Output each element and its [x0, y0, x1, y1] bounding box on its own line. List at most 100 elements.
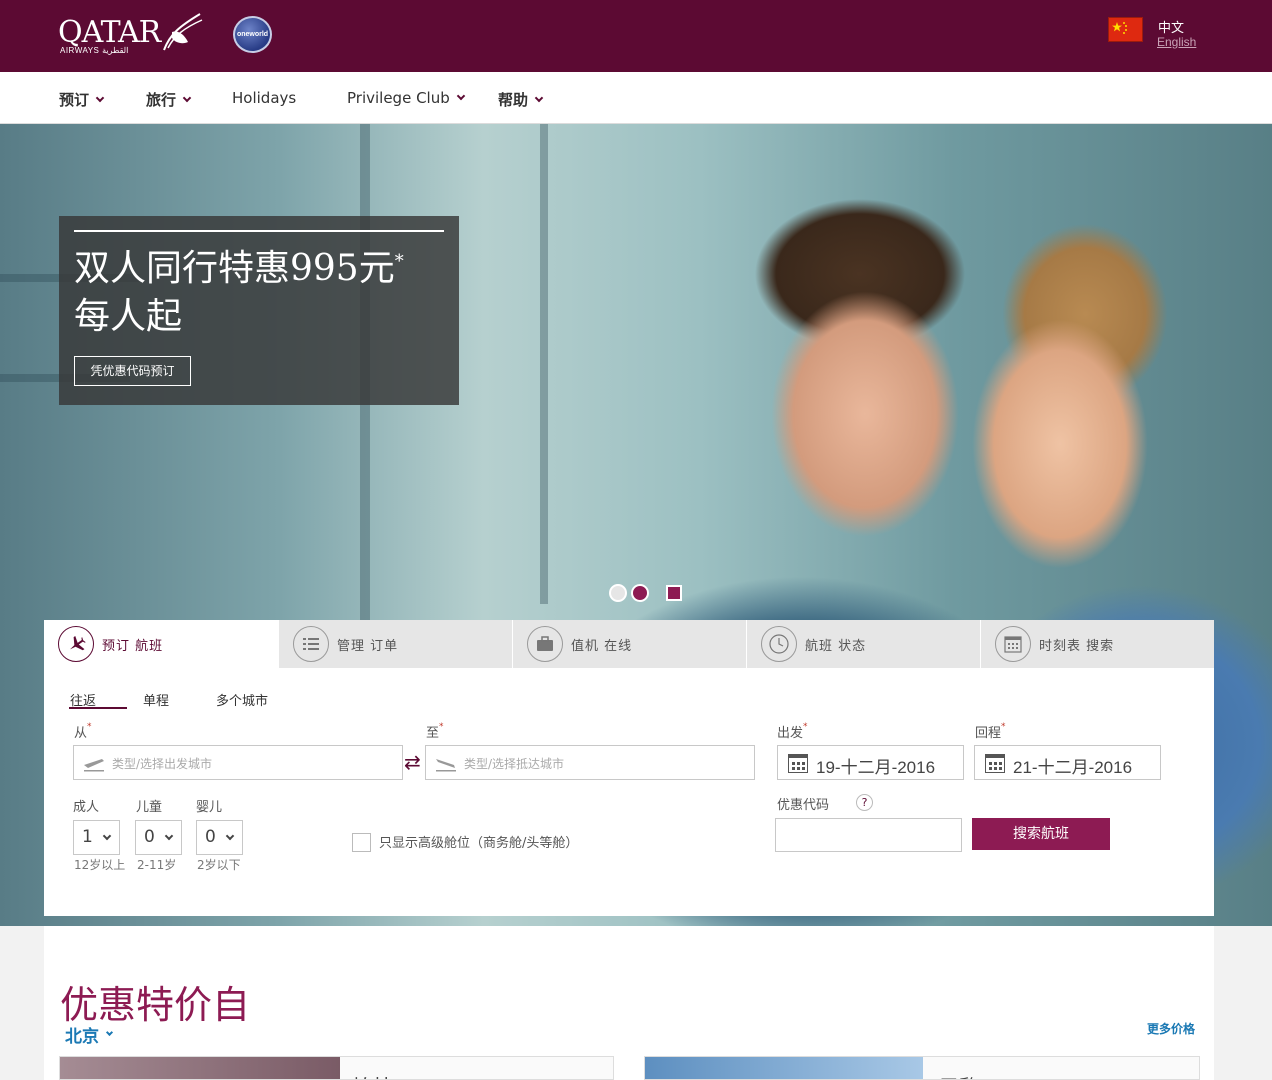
deals-title: 优惠特价自 [60, 983, 251, 1027]
return-label: 回程* [975, 722, 1006, 741]
tab-manage-booking[interactable]: 管理 订单 [278, 620, 512, 668]
from-label: 从* [74, 722, 92, 741]
chevron-down-icon [102, 831, 112, 841]
tab-label: 时刻表 搜索 [1039, 638, 1115, 654]
children-hint: 2-11岁 [137, 858, 177, 872]
tab-label: 管理 订单 [337, 638, 399, 654]
background-window-frame [540, 124, 548, 604]
briefcase-icon [527, 626, 563, 662]
tab-label: 预订 航班 [102, 638, 164, 654]
premium-cabin-checkbox[interactable] [352, 833, 371, 852]
from-label-text: 从 [74, 726, 88, 741]
carousel-dot-1[interactable] [609, 584, 627, 602]
promo-title: 双人同行特惠995元* 每人起 [74, 238, 454, 341]
tab-label: 航班 状态 [805, 638, 867, 654]
promo-code-input[interactable] [775, 818, 962, 852]
infants-select[interactable]: 0 [196, 820, 243, 855]
required-mark: * [439, 722, 444, 732]
origin-input[interactable]: 类型/选择出发城市 [73, 745, 403, 780]
deal-card[interactable]: 柏林 [59, 1056, 614, 1080]
deals-section: 优惠特价自 北京 更多价格 柏林 巴黎 [44, 926, 1214, 1080]
chevron-down-icon [456, 91, 465, 101]
nav-item-privilege-club[interactable]: Privilege Club [347, 89, 465, 107]
current-language: 中文 [1158, 21, 1185, 36]
tab-flight-status[interactable]: 航班 状态 [746, 620, 980, 668]
adults-label: 成人 [73, 800, 100, 815]
trip-type-multi-city[interactable]: 多个城市 [216, 690, 268, 709]
children-select[interactable]: 0 [135, 820, 182, 855]
deal-card[interactable]: 巴黎 [644, 1056, 1200, 1080]
children-label: 儿童 [136, 800, 163, 815]
nav-item-travel[interactable]: 旅行 [146, 89, 192, 110]
chevron-down-icon [164, 831, 174, 841]
list-icon [293, 626, 329, 662]
landing-icon [436, 759, 456, 772]
destination-input[interactable]: 类型/选择抵达城市 [425, 745, 755, 780]
adults-value: 1 [82, 827, 93, 847]
qatar-airways-logo[interactable]: QATAR AIRWAYS القطرية [58, 13, 208, 56]
calendar-icon [985, 754, 1005, 773]
oneworld-text: oneworld [236, 31, 269, 38]
depart-label-text: 出发 [777, 726, 804, 741]
nav-item-booking[interactable]: 预订 [59, 89, 105, 110]
nav-item-label: Holidays [232, 89, 297, 107]
chevron-down-icon [105, 1028, 114, 1037]
deal-card-city: 柏林 [352, 1071, 392, 1079]
nav-item-label: 预订 [59, 91, 90, 109]
active-trip-underline [69, 707, 127, 709]
chevron-down-icon [95, 93, 105, 102]
swap-cities-icon[interactable]: ⇄ [404, 750, 421, 774]
flag-stars [1112, 22, 1127, 34]
china-flag-icon[interactable] [1108, 17, 1143, 42]
takeoff-icon [84, 759, 104, 772]
origin-city-selector[interactable]: 北京 [65, 1022, 114, 1047]
logo-subtitle: AIRWAYS القطرية [60, 46, 129, 55]
origin-placeholder: 类型/选择出发城市 [112, 757, 213, 771]
required-mark: * [803, 722, 808, 732]
infants-label: 婴儿 [196, 800, 223, 815]
trip-type-one-way[interactable]: 单程 [143, 690, 169, 709]
tab-online-checkin[interactable]: 值机 在线 [512, 620, 746, 668]
search-flights-button[interactable]: 搜索航班 [972, 818, 1110, 850]
return-date-value: 21-十二月-2016 [1013, 758, 1133, 777]
clock-icon [761, 626, 797, 662]
oryx-icon [163, 13, 203, 51]
required-mark: * [87, 722, 92, 732]
nav-item-holidays[interactable]: Holidays [232, 89, 296, 107]
infants-value: 0 [205, 827, 216, 847]
return-date-input[interactable]: 21-十二月-2016 [974, 745, 1161, 780]
promo-box: 双人同行特惠995元* 每人起 凭优惠代码预订 [59, 216, 459, 405]
chevron-down-icon [225, 831, 235, 841]
children-value: 0 [144, 827, 155, 847]
tab-book-flight[interactable]: 预订 航班 [44, 620, 278, 668]
promo-code-label: 优惠代码 [777, 798, 830, 813]
adults-hint: 12岁以上 [74, 858, 126, 872]
promo-code-booking-button[interactable]: 凭优惠代码预订 [74, 356, 191, 386]
nav-item-label: 帮助 [498, 91, 529, 109]
promo-divider [74, 230, 444, 232]
nav-item-help[interactable]: 帮助 [498, 89, 544, 110]
calendar-icon [788, 754, 808, 773]
tab-timetable-search[interactable]: 时刻表 搜索 [980, 620, 1214, 668]
oneworld-logo[interactable]: oneworld [233, 16, 272, 53]
plane-icon [58, 626, 94, 662]
carousel-pause-button[interactable] [666, 585, 682, 601]
adults-select[interactable]: 1 [73, 820, 120, 855]
return-label-text: 回程 [975, 726, 1002, 741]
destination-placeholder: 类型/选择抵达城市 [464, 757, 565, 771]
infants-hint: 2岁以下 [197, 858, 241, 872]
more-prices-link[interactable]: 更多价格 [1147, 1020, 1195, 1037]
depart-date-input[interactable]: 19-十二月-2016 [777, 745, 964, 780]
required-mark: * [1001, 722, 1006, 732]
deal-card-image [645, 1057, 923, 1079]
deal-card-city: 巴黎 [939, 1071, 979, 1079]
depart-date-value: 19-十二月-2016 [816, 758, 936, 777]
premium-cabin-label: 只显示高级舱位（商务舱/头等舱） [379, 836, 579, 851]
carousel-dot-2[interactable] [631, 584, 649, 602]
help-icon[interactable]: ? [856, 794, 873, 811]
english-language-link[interactable]: English [1157, 35, 1196, 49]
to-label-text: 至 [426, 726, 440, 741]
deal-card-image [60, 1057, 340, 1079]
promo-title-line1: 双人同行特惠995元 [74, 248, 395, 289]
chevron-down-icon [534, 93, 544, 102]
